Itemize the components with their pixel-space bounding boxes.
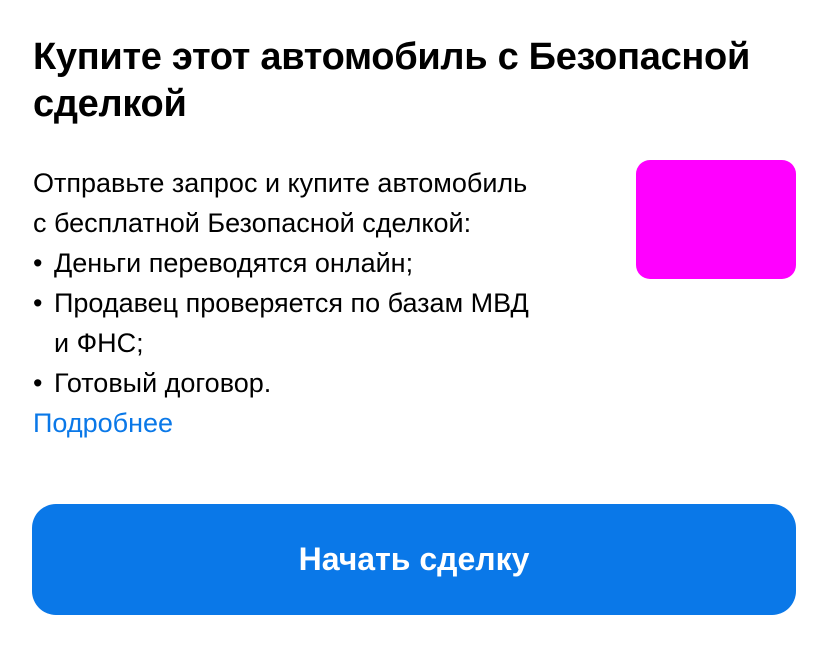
- bullet-marker: •: [33, 248, 43, 278]
- benefit-text: Готовый договор.: [54, 368, 272, 398]
- intro-line-1: Отправьте запрос и купите автомобиль: [33, 168, 528, 198]
- benefit-text: Продавец проверяется по базам МВД: [54, 288, 529, 318]
- benefits-list: • Деньги переводятся онлайн; • Продавец …: [33, 243, 613, 403]
- car-thumbnail-placeholder: [636, 160, 796, 279]
- benefit-text-continuation: и ФНС;: [54, 328, 144, 358]
- benefit-item: • Продавец проверяется по базам МВД и ФН…: [33, 283, 613, 363]
- bullet-marker: •: [33, 288, 43, 318]
- bullet-marker: •: [33, 368, 43, 398]
- safe-deal-card: Купите этот автомобиль с Безопасной сдел…: [0, 0, 828, 648]
- intro-line-2: с бесплатной Безопасной сделкой:: [33, 208, 472, 238]
- card-description: Отправьте запрос и купите автомобиль с б…: [33, 163, 613, 443]
- card-title: Купите этот автомобиль с Безопасной сдел…: [33, 36, 751, 125]
- start-deal-button[interactable]: Начать сделку: [32, 504, 796, 615]
- more-details-link[interactable]: Подробнее: [33, 403, 173, 443]
- benefit-item: • Готовый договор.: [33, 363, 613, 403]
- benefit-text: Деньги переводятся онлайн;: [54, 248, 414, 278]
- benefit-item: • Деньги переводятся онлайн;: [33, 243, 613, 283]
